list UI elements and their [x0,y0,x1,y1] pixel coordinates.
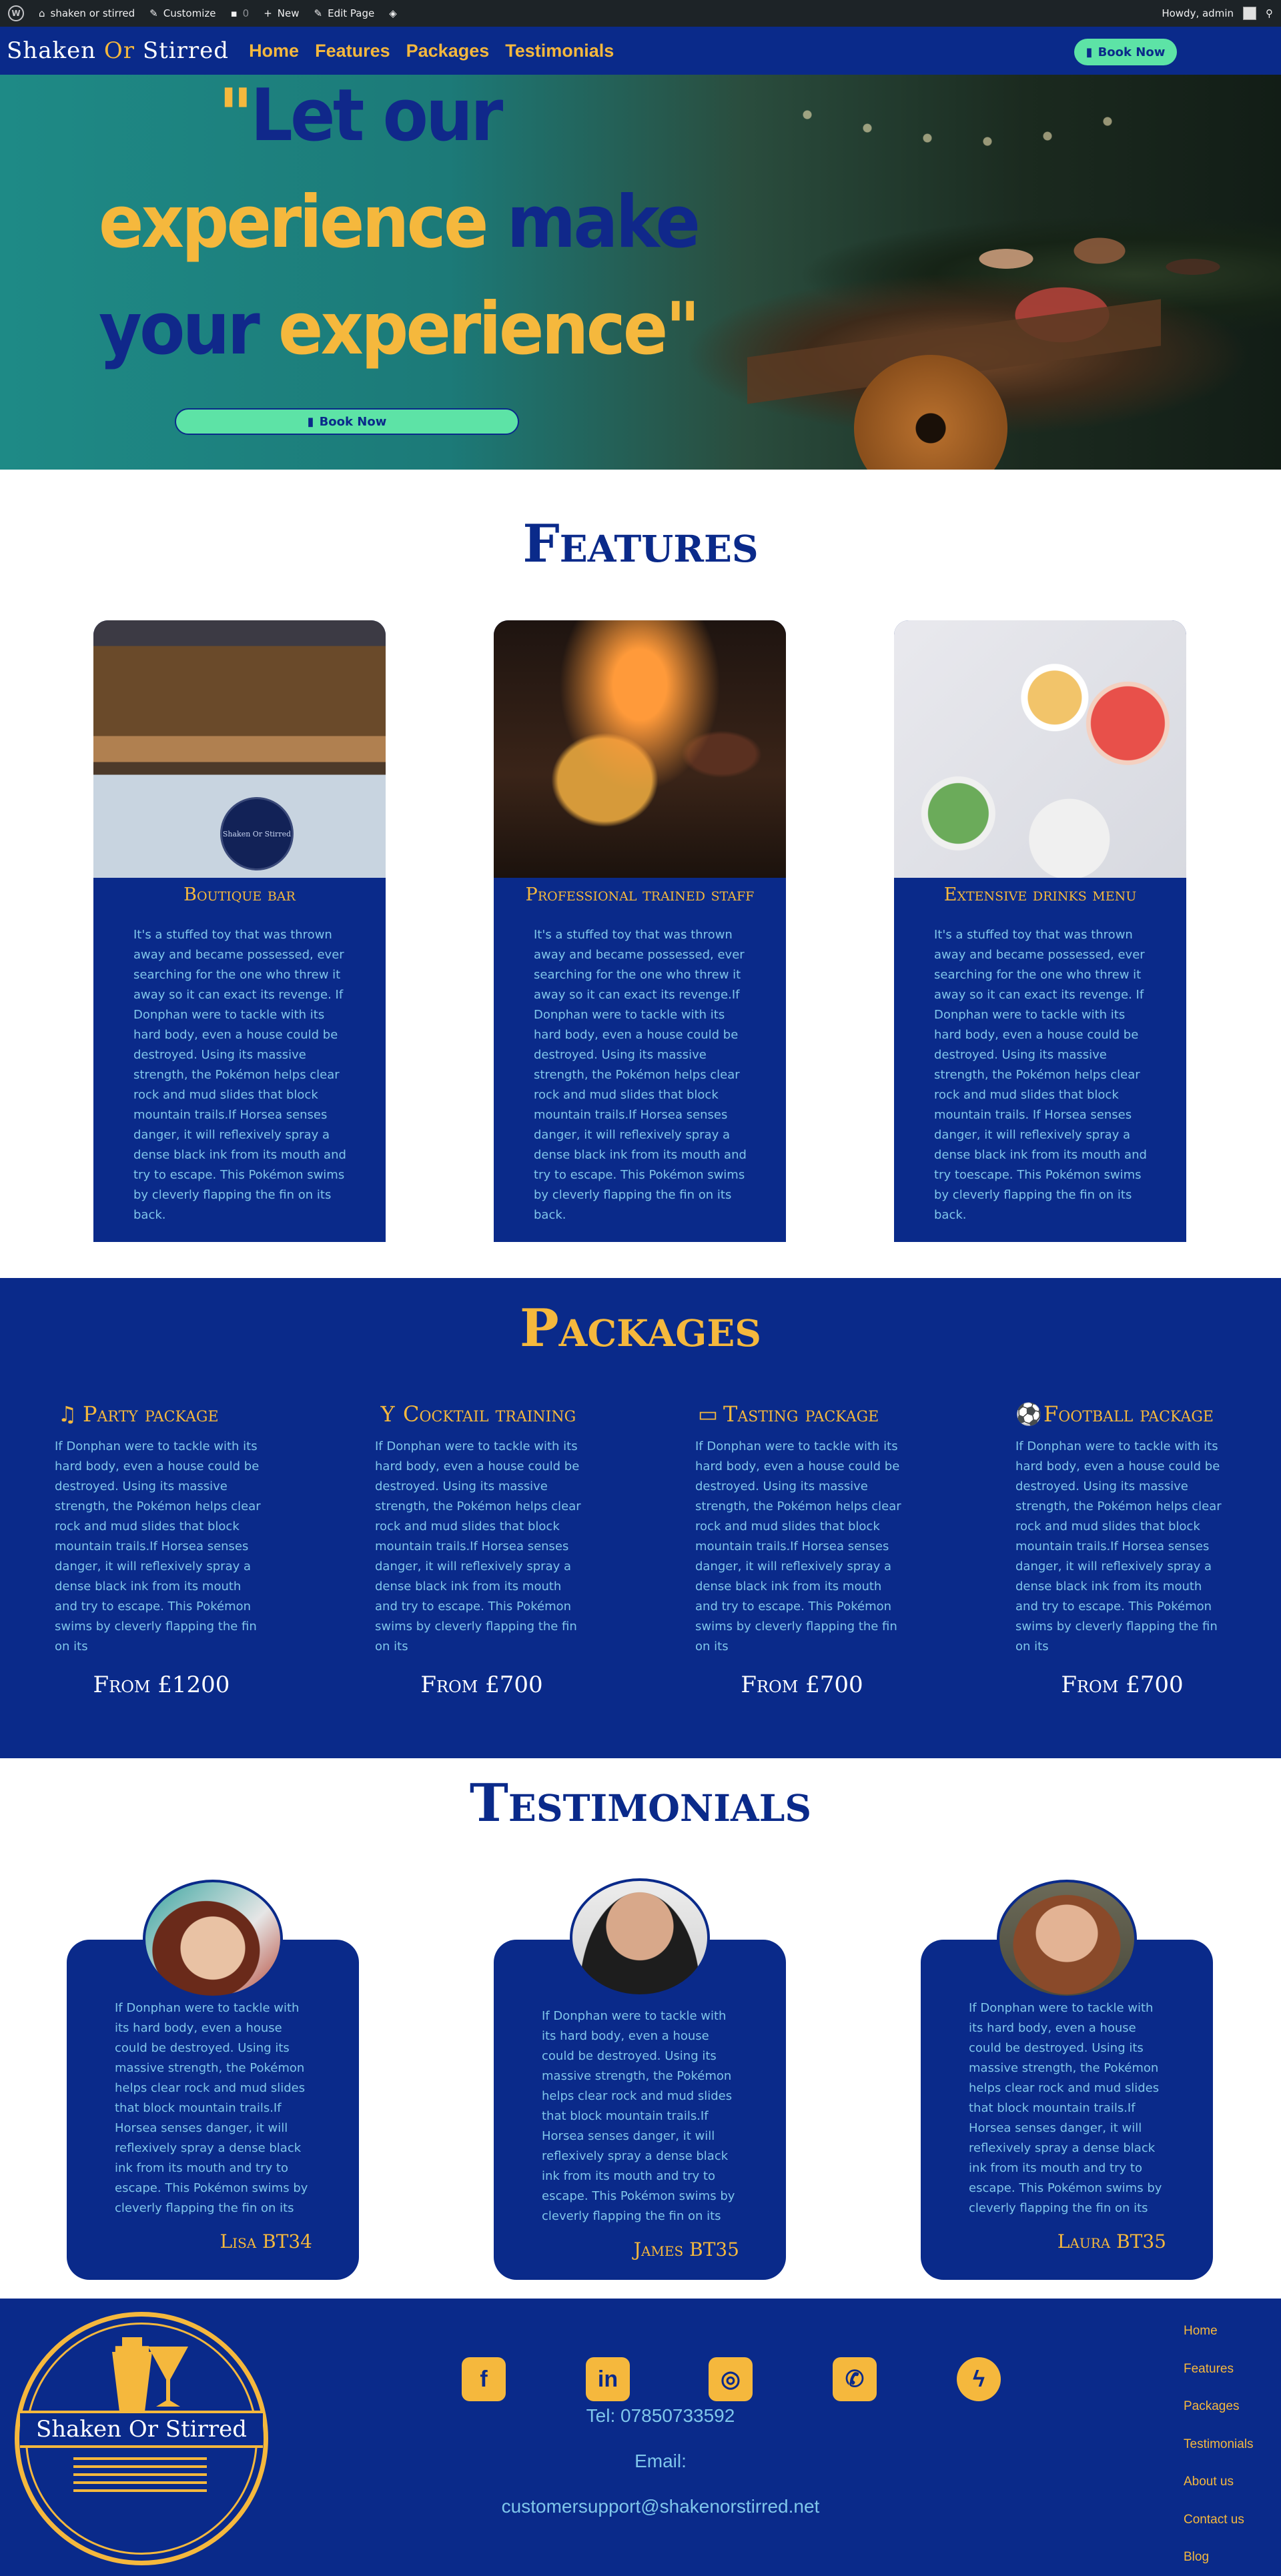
packages-title: Packages [520,1298,761,1359]
package-item: Y Cocktail training If Donphan were to ta… [375,1399,602,1698]
comment-icon: ▪ [230,7,238,19]
main-menu: Home Features Packages Testimonials [249,41,614,61]
diamond-icon[interactable]: ◈ [389,7,397,19]
features-title: Features [522,514,759,574]
feature-card: Extensive drinks menu It's a stuffed toy… [894,620,1186,1242]
nav-testimonials[interactable]: Testimonials [505,41,614,61]
package-item: ▭ Tasting package If Donphan were to tack… [695,1399,922,1698]
search-icon[interactable]: ⚲ [1266,7,1273,19]
footer-nav-features[interactable]: Features [1184,2359,1254,2397]
package-text: If Donphan were to tackle with its hard … [375,1439,581,1654]
packages-section: Packages ♫ Party package If Donphan were … [0,1278,1281,1758]
header-book-now-button[interactable]: ▮ Book Now [1074,39,1177,65]
hero-book-now-button[interactable]: ▮ Book Now [175,408,519,435]
shaker-icon [112,2337,152,2411]
feature-text: It's a stuffed toy that was thrown away … [133,928,346,1222]
package-item: ⚽Football package If Donphan were to tac… [1015,1399,1242,1698]
footer-nav-testimonials[interactable]: Testimonials [1184,2435,1254,2473]
nav-features[interactable]: Features [315,41,390,61]
feature-title: Boutique bar [183,884,296,905]
cocktail-image [494,620,786,878]
testimonial-name: James BT35 [633,2238,739,2261]
package-price: From £700 [741,1672,863,1698]
boutique-bar-image: Shaken Or Stirred [93,620,386,878]
admin-customize[interactable]: ✎ Customize [149,7,216,19]
testimonial-text: If Donphan were to tackle with its hard … [542,2009,735,2223]
hero-headline: "Let our experience make your experience… [99,74,701,371]
testimonials-title: Testimonials [469,1773,812,1834]
package-text: If Donphan were to tackle with its hard … [55,1439,261,1654]
feature-text: It's a stuffed toy that was thrown away … [534,928,747,1222]
feature-card: Professional trained staff It's a stuffe… [494,620,786,1242]
site-brand[interactable]: Shaken Or Stirred [7,37,229,64]
package-title: ▭ Tasting package [695,1399,922,1429]
cocktail-icon: Y [380,1401,395,1427]
footer-email-label: Email: [634,2451,687,2471]
avatar [570,1878,710,1997]
testimonial-text: If Donphan were to tackle with its hard … [115,2001,308,2215]
admin-comments[interactable]: ▪ 0 [231,7,250,19]
admin-edit-page[interactable]: ✎ Edit Page [314,7,375,19]
footer-email[interactable]: customersupport@shakenorstirred.net [427,2496,894,2517]
feature-text: It's a stuffed toy that was thrown away … [934,928,1147,1222]
footer-nav-about[interactable]: About us [1184,2472,1254,2510]
admin-avatar[interactable] [1243,7,1256,20]
package-text: If Donphan were to tackle with its hard … [1015,1439,1222,1654]
package-title: ⚽Football package [1015,1399,1242,1429]
pencil-icon: ✎ [314,7,323,19]
feature-card: Shaken Or Stirred Boutique bar It's a st… [93,620,386,1242]
instagram-icon[interactable]: ◎ [709,2357,753,2401]
messenger-icon[interactable]: ϟ [957,2357,1001,2401]
feature-title: Professional trained staff [525,884,755,905]
footer-nav-contact[interactable]: Contact us [1184,2510,1254,2548]
football-icon: ⚽ [1015,1401,1042,1427]
bar-sign: Shaken Or Stirred [220,797,294,870]
footer-menu: Home Features Packages Testimonials Abou… [1184,2321,1254,2576]
glass-icon: ▭ [697,1401,719,1427]
book-icon: ▮ [307,414,314,429]
footer-nav-home[interactable]: Home [1184,2321,1254,2359]
drinks-image [894,620,1186,878]
linkedin-icon[interactable]: in [586,2357,630,2401]
testimonial-text: If Donphan were to tackle with its hard … [969,2001,1162,2215]
facebook-icon[interactable]: f [462,2357,506,2401]
plus-icon: + [264,7,272,19]
package-price: From £1200 [93,1672,230,1698]
footer-tel[interactable]: Tel: 07850733592 [427,2405,894,2427]
package-title: ♫ Party package [55,1399,282,1429]
avatar [143,1880,283,1998]
package-item: ♫ Party package If Donphan were to tackle… [55,1399,282,1698]
avatar [997,1880,1137,1998]
package-price: From £700 [420,1672,543,1698]
party-icon: ♫ [57,1401,77,1427]
wordpress-logo-icon[interactable]: W [8,5,24,21]
admin-howdy[interactable]: Howdy, admin [1162,7,1234,19]
package-text: If Donphan were to tackle with its hard … [695,1439,901,1654]
footer-nav-blog[interactable]: Blog [1184,2547,1254,2576]
admin-new[interactable]: + New [264,7,299,19]
nav-packages[interactable]: Packages [406,41,490,61]
brush-icon: ✎ [149,7,158,19]
nav-home[interactable]: Home [249,41,299,61]
home-icon: ⌂ [39,7,45,19]
whatsapp-icon[interactable]: ✆ [833,2357,877,2401]
book-icon: ▮ [1086,45,1093,59]
feature-title: Extensive drinks menu [943,884,1137,905]
logo-stripes [73,2457,207,2497]
site-footer: Shaken Or Stirred f in ◎ ✆ ϟ Tel: 078507… [0,2299,1281,2576]
site-header: Shaken Or Stirred Home Features Packages… [0,27,1281,75]
footer-nav-packages[interactable]: Packages [1184,2397,1254,2435]
package-price: From £700 [1061,1672,1184,1698]
admin-site-name[interactable]: ⌂ shaken or stirred [39,7,135,19]
footer-logo-text: Shaken Or Stirred [20,2411,263,2448]
package-title: Y Cocktail training [375,1399,602,1429]
wp-admin-bar: W ⌂ shaken or stirred ✎ Customize ▪ 0 + New … [0,0,1281,27]
testimonial-name: Lisa BT34 [220,2230,312,2252]
testimonial-name: Laura BT35 [1057,2230,1166,2252]
